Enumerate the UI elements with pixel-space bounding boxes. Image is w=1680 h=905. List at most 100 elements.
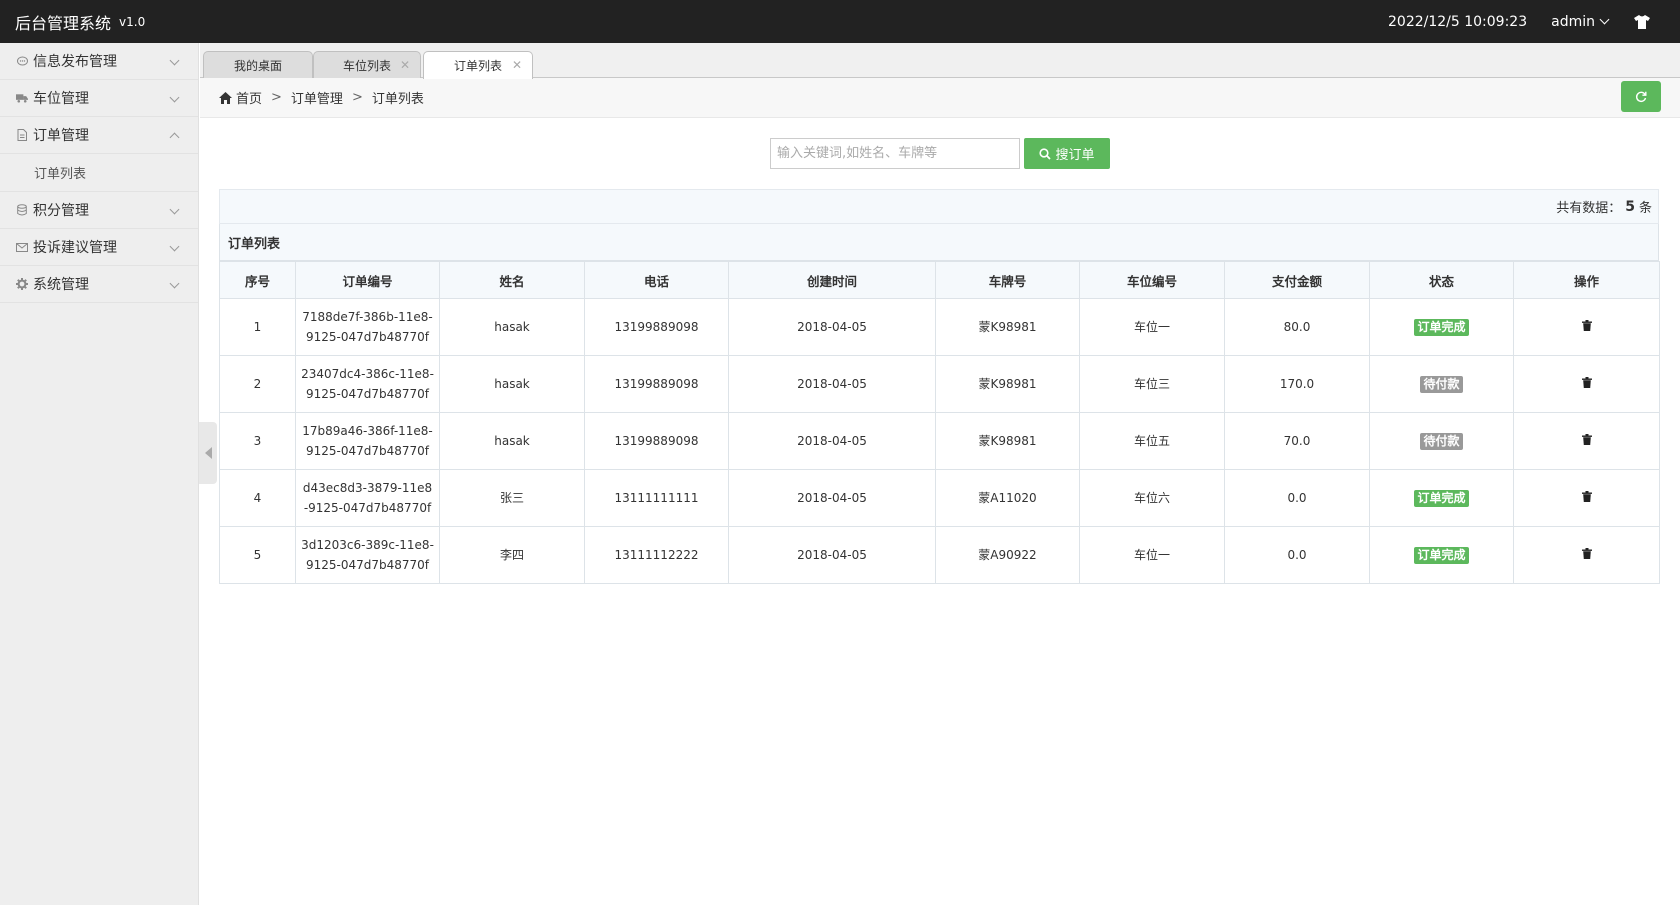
column-header: 创建时间 xyxy=(728,261,936,299)
cell-action xyxy=(1513,526,1660,584)
refresh-button[interactable] xyxy=(1621,81,1661,112)
order-table: 序号 订单编号 姓名 电话 创建时间 车牌号 车位编号 支付金额 状态 操作 1… xyxy=(219,261,1660,584)
tab-desktop[interactable]: 我的桌面 xyxy=(203,51,313,78)
cell-action xyxy=(1513,355,1660,413)
sidebar-item-label: 系统管理 xyxy=(33,277,89,293)
cell-phone: 13111111111 xyxy=(584,469,729,527)
cell-phone: 13199889098 xyxy=(584,412,729,470)
cell-name: 张三 xyxy=(439,469,585,527)
chevron-down-icon xyxy=(169,241,180,252)
sidebar-item-order[interactable]: 订单管理 xyxy=(0,117,198,154)
trash-icon[interactable] xyxy=(1581,491,1592,502)
sidebar-item-system[interactable]: 系统管理 xyxy=(0,266,198,303)
column-header: 支付金额 xyxy=(1224,261,1370,299)
order-no-line: d43ec8d3-3879-11e8 xyxy=(302,481,433,495)
search-icon xyxy=(1039,147,1052,160)
cell-slot: 车位五 xyxy=(1079,412,1225,470)
cell-order-no: 3d1203c6-389c-11e8- 9125-047d7b48770f xyxy=(295,526,440,584)
table-row: 1 7188de7f-386b-11e8- 9125-047d7b48770f h… xyxy=(219,298,1660,356)
database-icon xyxy=(16,204,28,216)
table-row: 4 d43ec8d3-3879-11e8 -9125-047d7b48770f 张… xyxy=(219,469,1660,527)
breadcrumb-separator: > xyxy=(271,90,282,105)
summary-count: 5 xyxy=(1625,198,1635,215)
table-caption: 订单列表 xyxy=(219,224,1659,261)
sidebar-item-label: 投诉建议管理 xyxy=(33,240,117,256)
search-button-label: 搜订单 xyxy=(1055,148,1095,163)
status-badge: 待付款 xyxy=(1420,376,1463,393)
datetime-display: 2022/12/5 10:09:23 xyxy=(1388,13,1528,30)
order-no-line: 9125-047d7b48770f xyxy=(305,330,430,344)
column-header: 序号 xyxy=(219,261,296,299)
cell-created: 2018-04-05 xyxy=(728,355,936,413)
cell-amount: 0.0 xyxy=(1224,469,1370,527)
sidebar-item-label: 订单管理 xyxy=(33,128,89,144)
cell-amount: 70.0 xyxy=(1224,412,1370,470)
status-badge: 订单完成 xyxy=(1414,319,1469,336)
status-badge: 订单完成 xyxy=(1414,490,1469,507)
cell-index: 5 xyxy=(219,526,296,584)
chevron-down-icon xyxy=(169,92,180,103)
summary-suffix: 条 xyxy=(1638,201,1652,216)
trash-icon[interactable] xyxy=(1581,377,1592,388)
cell-index: 4 xyxy=(219,469,296,527)
sidebar-item-label: 信息发布管理 xyxy=(33,54,117,70)
order-no-line: 23407dc4-386c-11e8- xyxy=(301,367,434,381)
breadcrumb-home[interactable]: 首页 xyxy=(236,88,262,107)
caret-left-icon xyxy=(204,447,212,459)
cell-name: 李四 xyxy=(439,526,585,584)
user-menu[interactable]: admin xyxy=(1551,14,1610,30)
tab-parking-list[interactable]: 车位列表 ✕ xyxy=(313,51,421,78)
shirt-icon[interactable] xyxy=(1634,14,1650,29)
cell-amount: 0.0 xyxy=(1224,526,1370,584)
cell-status: 订单完成 xyxy=(1369,469,1514,527)
table-row: 5 3d1203c6-389c-11e8- 9125-047d7b48770f 李… xyxy=(219,526,1660,584)
sidebar-item-complaint[interactable]: 投诉建议管理 xyxy=(0,229,198,266)
sidebar-subitem-order-list[interactable]: 订单列表 xyxy=(0,154,198,192)
envelope-icon xyxy=(16,241,28,253)
cell-name: hasak xyxy=(439,412,585,470)
tab-bar: 我的桌面 车位列表 ✕ 订单列表 ✕ xyxy=(200,43,1680,79)
chevron-down-icon xyxy=(169,278,180,289)
breadcrumb: 首页 > 订单管理 > 订单列表 xyxy=(200,78,1680,118)
trash-icon[interactable] xyxy=(1581,434,1592,445)
data-summary: 共有数据： 5 条 xyxy=(219,189,1659,224)
cell-action xyxy=(1513,298,1660,356)
order-no-line: 17b89a46-386f-11e8- xyxy=(302,424,433,438)
close-icon[interactable]: ✕ xyxy=(400,58,410,72)
sidebar-collapse-handle[interactable] xyxy=(199,422,217,484)
cell-created: 2018-04-05 xyxy=(728,469,936,527)
sidebar-item-parking[interactable]: 车位管理 xyxy=(0,80,198,117)
column-header: 订单编号 xyxy=(295,261,440,299)
order-no-line: 9125-047d7b48770f xyxy=(305,444,430,458)
chevron-down-icon xyxy=(1599,14,1610,25)
breadcrumb-order-management[interactable]: 订单管理 xyxy=(291,88,343,107)
tab-order-list[interactable]: 订单列表 ✕ xyxy=(423,51,533,79)
tab-label: 订单列表 xyxy=(453,59,502,73)
table-header-row: 序号 订单编号 姓名 电话 创建时间 车牌号 车位编号 支付金额 状态 操作 xyxy=(219,261,1660,299)
order-no-line: 9125-047d7b48770f xyxy=(305,387,430,401)
cell-amount: 170.0 xyxy=(1224,355,1370,413)
refresh-icon xyxy=(1635,91,1647,102)
cell-index: 1 xyxy=(219,298,296,356)
cell-plate: 蒙K98981 xyxy=(935,298,1080,356)
sidebar-item-points[interactable]: 积分管理 xyxy=(0,192,198,229)
cell-slot: 车位一 xyxy=(1079,526,1225,584)
home-icon xyxy=(219,91,232,104)
cell-plate: 蒙K98981 xyxy=(935,355,1080,413)
trash-icon[interactable] xyxy=(1581,320,1592,331)
tab-label: 我的桌面 xyxy=(233,58,282,73)
summary-prefix: 共有数据： xyxy=(1556,201,1622,216)
search-input[interactable] xyxy=(770,138,1020,169)
cell-phone: 13199889098 xyxy=(584,298,729,356)
trash-icon[interactable] xyxy=(1581,548,1592,559)
column-header: 车位编号 xyxy=(1079,261,1225,299)
search-button[interactable]: 搜订单 xyxy=(1024,138,1110,169)
top-bar: 后台管理系统 v1.0 2022/12/5 10:09:23 admin xyxy=(0,0,1680,43)
order-no-line: -9125-047d7b48770f xyxy=(303,501,432,515)
cell-index: 2 xyxy=(219,355,296,413)
cell-name: hasak xyxy=(439,298,585,356)
close-icon[interactable]: ✕ xyxy=(512,58,522,72)
cell-order-no: d43ec8d3-3879-11e8 -9125-047d7b48770f xyxy=(295,469,440,527)
column-header: 车牌号 xyxy=(935,261,1080,299)
sidebar-item-info[interactable]: 信息发布管理 xyxy=(0,43,198,80)
